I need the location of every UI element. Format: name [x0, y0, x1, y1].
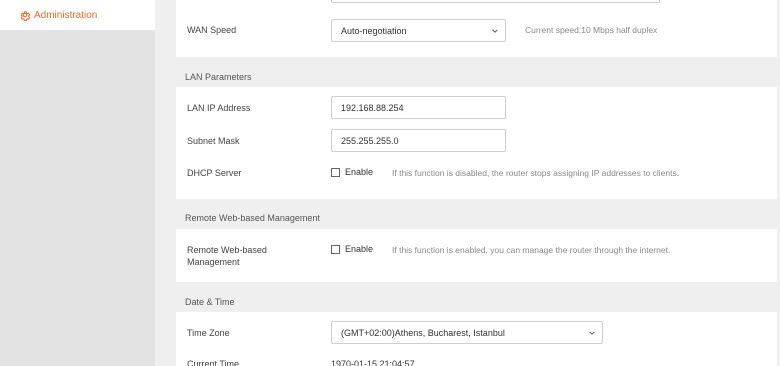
remote-enable-label: Enable — [345, 244, 374, 254]
wan-speed-hint: Current speed:10 Mbps half duplex — [525, 25, 658, 35]
remote-management-label-line1: Remote Web-based — [187, 245, 267, 255]
wan-card: WAN Speed Auto-negotiation Current speed… — [176, 0, 777, 57]
datetime-section-title: Date & Time — [185, 297, 235, 307]
dhcp-enable-label: Enable — [345, 167, 374, 177]
dhcp-hint: If this function is disabled, the router… — [392, 168, 680, 178]
time-zone-select[interactable]: (GMT+02:00)Athens, Bucharest, Istanbul — [331, 321, 603, 344]
time-zone-value: (GMT+02:00)Athens, Bucharest, Istanbul — [341, 327, 505, 338]
subnet-mask-value: 255.255.255.0 — [341, 135, 399, 146]
current-time-value: 1970-01-15 21:04:57 — [331, 359, 415, 366]
remote-management-label: Remote Web-based Management — [187, 244, 267, 268]
gear-icon — [19, 9, 31, 22]
wan-speed-value: Auto-negotiation — [341, 25, 407, 36]
remote-management-label-line2: Management — [187, 257, 240, 267]
main-content: WAN Speed Auto-negotiation Current speed… — [155, 0, 780, 366]
dhcp-enable-checkbox[interactable]: Enable — [331, 167, 373, 177]
remote-hint: If this function is enabled, you can man… — [392, 245, 671, 255]
wan-speed-label: WAN Speed — [187, 25, 237, 35]
sidebar-item-label: Administration — [34, 9, 98, 21]
dhcp-server-label: DHCP Server — [187, 168, 242, 178]
current-time-label: Current Time — [187, 359, 240, 366]
lan-section-title: LAN Parameters — [185, 72, 252, 82]
time-zone-label: Time Zone — [187, 328, 230, 338]
remote-card: Remote Web-based Management Enable If th… — [176, 229, 777, 282]
chevron-down-icon — [491, 27, 499, 35]
checkbox-icon[interactable] — [331, 167, 340, 177]
wan-previous-field[interactable] — [331, 0, 660, 3]
lan-ip-label: LAN IP Address — [187, 103, 251, 113]
sidebar-item-administration[interactable]: Administration — [0, 0, 155, 30]
chevron-down-icon — [588, 329, 596, 337]
lan-card: LAN IP Address 192.168.88.254 Subnet Mas… — [176, 87, 777, 199]
subnet-mask-label: Subnet Mask — [187, 136, 240, 146]
lan-ip-input[interactable]: 192.168.88.254 — [331, 96, 506, 119]
wan-speed-select[interactable]: Auto-negotiation — [331, 19, 506, 42]
datetime-card: Time Zone (GMT+02:00)Athens, Bucharest, … — [176, 312, 777, 366]
checkbox-icon[interactable] — [331, 244, 340, 254]
remote-enable-checkbox[interactable]: Enable — [331, 244, 373, 254]
sidebar: Administration — [0, 0, 155, 366]
subnet-mask-input[interactable]: 255.255.255.0 — [331, 129, 506, 152]
remote-section-title: Remote Web-based Management — [185, 213, 320, 223]
lan-ip-value: 192.168.88.254 — [341, 102, 404, 113]
